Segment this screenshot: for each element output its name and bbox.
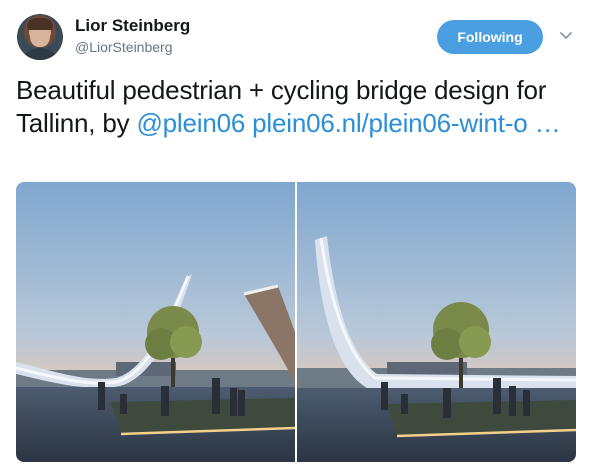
- bridge-render-photo-right[interactable]: [297, 182, 576, 462]
- bridge-render-photo-left[interactable]: [16, 182, 295, 462]
- chevron-down-icon[interactable]: [559, 30, 573, 42]
- following-button[interactable]: Following: [437, 20, 543, 54]
- tweet-text: Beautiful pedestrian + cycling bridge de…: [16, 74, 586, 140]
- author-display-name[interactable]: Lior Steinberg: [75, 16, 190, 36]
- media-grid: [16, 182, 576, 462]
- avatar[interactable]: [17, 14, 63, 60]
- author-handle[interactable]: @LiorSteinberg: [75, 39, 173, 55]
- url-link[interactable]: plein06.nl/plein06-wint-o …: [252, 108, 560, 138]
- mention-link[interactable]: @plein06: [136, 108, 245, 138]
